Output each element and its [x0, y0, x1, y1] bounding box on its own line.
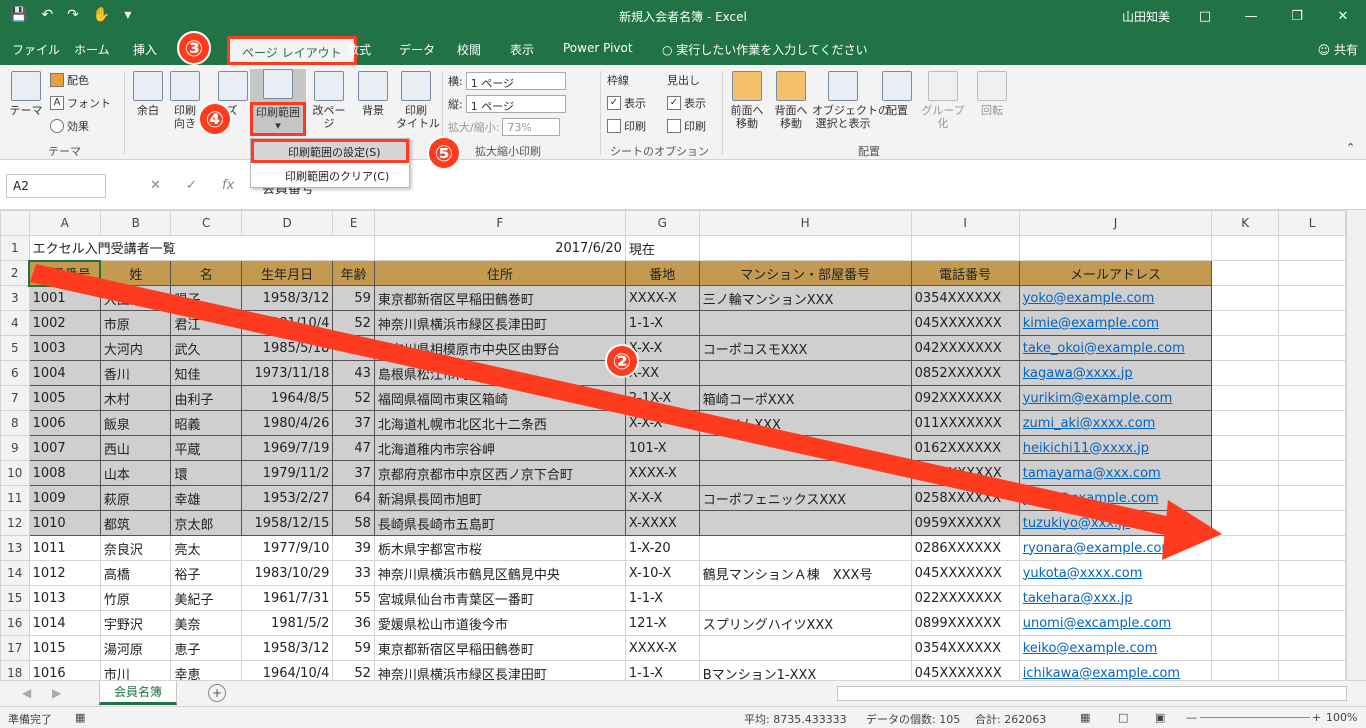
drag-arrow-overlay: [30, 264, 1222, 560]
drag-arrow-head: [1162, 500, 1222, 560]
page-break-view-icon[interactable]: ▣: [1155, 711, 1165, 724]
zoom-slider[interactable]: [1200, 717, 1310, 718]
status-average[interactable]: 平均: 8735.433333: [744, 711, 847, 727]
new-sheet-button[interactable]: +: [208, 684, 226, 702]
normal-view-icon[interactable]: ▦: [1080, 711, 1090, 724]
status-count[interactable]: データの個数: 105: [866, 711, 960, 727]
zoom-out-icon[interactable]: —: [1186, 711, 1197, 724]
horizontal-scrollbar[interactable]: [837, 686, 1347, 701]
status-ready: 準備完了: [8, 713, 52, 726]
sheet-tab-bar: ◀ ▶ 会員名簿 +: [0, 680, 1366, 706]
step-badge-2: ②: [605, 344, 639, 378]
status-bar: 準備完了 ▦ 平均: 8735.433333 データの個数: 105 合計: 2…: [0, 706, 1366, 728]
macro-record-icon[interactable]: ▦: [75, 711, 85, 724]
status-sum[interactable]: 合計: 262063: [975, 711, 1046, 727]
scroll-tabs-left-icon[interactable]: ◀: [22, 686, 31, 700]
scroll-tabs-right-icon[interactable]: ▶: [52, 686, 61, 700]
drag-arrow-shaft: [30, 264, 1184, 538]
sheet-tab-members[interactable]: 会員名簿: [99, 681, 177, 705]
zoom-in-icon[interactable]: +: [1312, 711, 1321, 724]
zoom-level[interactable]: 100%: [1326, 711, 1357, 724]
page-layout-view-icon[interactable]: □: [1118, 711, 1128, 724]
